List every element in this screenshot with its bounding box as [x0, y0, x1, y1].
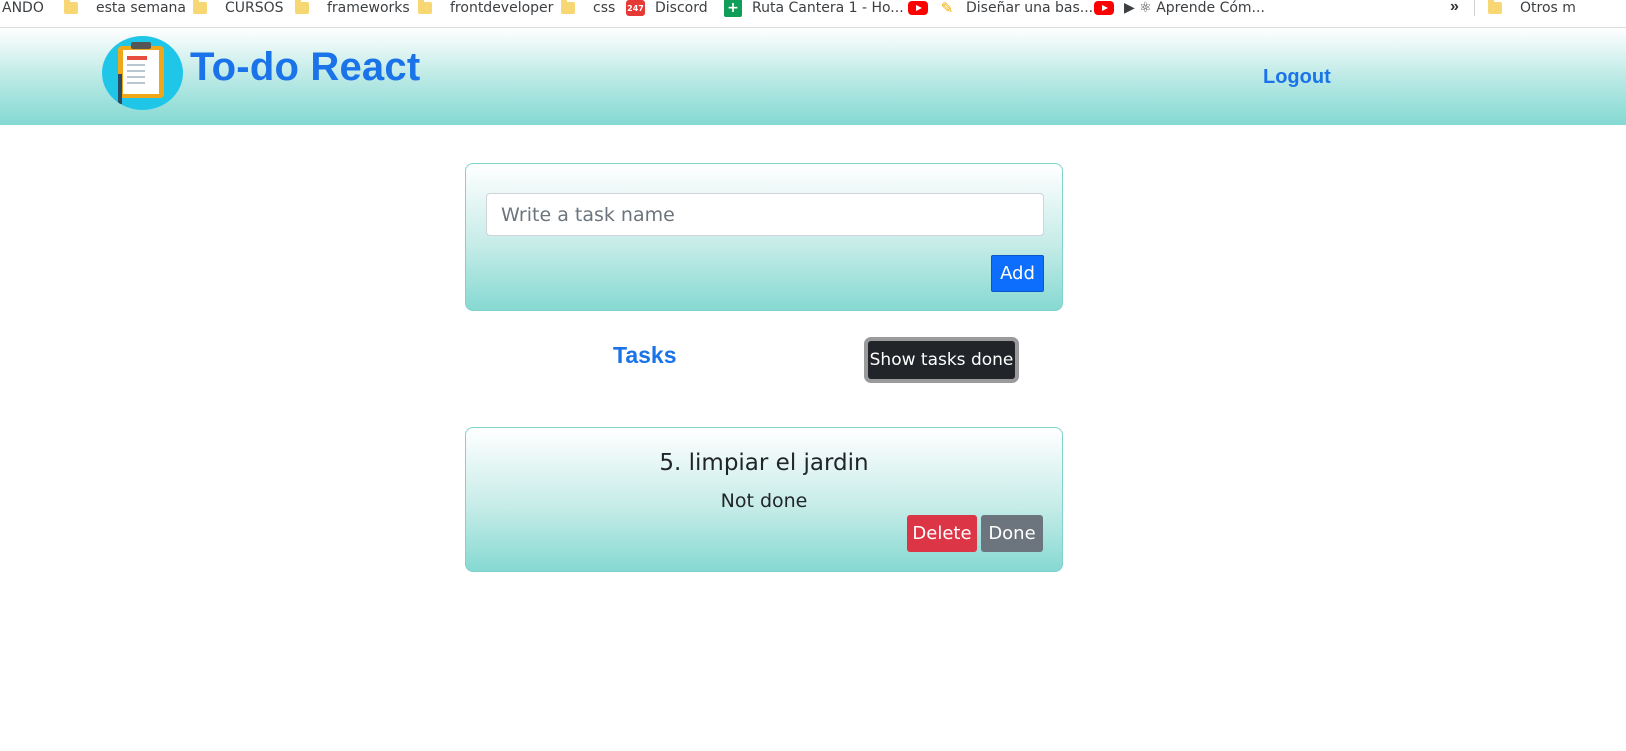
- youtube-icon: [1094, 1, 1114, 15]
- bookmark-item[interactable]: ✎ Diseñar una bas...: [908, 0, 1094, 17]
- bookmark-label: esta semana: [96, 0, 187, 16]
- delete-button[interactable]: Delete: [907, 515, 977, 552]
- task-name: 5. limpiar el jardin: [659, 450, 869, 476]
- bookmark-item[interactable]: 247 Discord: [626, 0, 708, 16]
- pencil-icon: ✎: [940, 0, 954, 17]
- clipboard-icon[interactable]: [102, 36, 183, 110]
- folder-icon: [193, 0, 207, 14]
- bookmark-label: Diseñar una bas...: [966, 0, 1094, 16]
- bookmark-item[interactable]: esta semana: [64, 0, 186, 16]
- logout-link[interactable]: Logout: [1263, 66, 1331, 89]
- tasks-heading: Tasks: [613, 342, 677, 368]
- folder-icon: [64, 0, 78, 14]
- bookmark-item[interactable]: css: [561, 0, 615, 16]
- bookmark-item[interactable]: Otros m: [1488, 0, 1576, 16]
- clipboard-text-line: [127, 64, 145, 66]
- task-status: Not done: [720, 490, 808, 512]
- bookmark-item[interactable]: ANDO: [2, 0, 44, 16]
- sheets-icon: +: [724, 0, 742, 17]
- bookmark-label: frontdeveloper: [450, 0, 554, 16]
- bookmark-label: ▶ ⚛ Aprende Cóm...: [1124, 0, 1265, 16]
- done-button[interactable]: Done: [981, 515, 1043, 552]
- bookmark-label: Ruta Cantera 1 - Ho...: [752, 0, 904, 16]
- bookmark-label: css: [593, 0, 616, 16]
- bookmark-item[interactable]: CURSOS: [193, 0, 284, 16]
- bookmarks-overflow-icon[interactable]: »: [1450, 0, 1459, 16]
- bookmark-item[interactable]: frontdeveloper: [418, 0, 553, 16]
- pencil-icon: [118, 74, 122, 104]
- clipboard-text-line: [127, 82, 145, 84]
- clipboard-heading-line: [127, 56, 147, 60]
- bookmark-label: ANDO: [2, 0, 44, 16]
- bookmark-label: Discord: [655, 0, 708, 16]
- bookmark-item[interactable]: frameworks: [295, 0, 410, 16]
- task-name-input[interactable]: [486, 193, 1044, 236]
- show-tasks-done-button[interactable]: Show tasks done: [864, 337, 1019, 383]
- bookmark-item[interactable]: + Ruta Cantera 1 - Ho...: [724, 0, 904, 17]
- folder-icon: [561, 0, 575, 14]
- clipboard-clasp: [131, 42, 151, 49]
- bookmark-label: frameworks: [327, 0, 410, 16]
- brand-title[interactable]: To-do React: [190, 45, 420, 90]
- folder-icon: [295, 0, 309, 14]
- folder-icon: [1488, 0, 1502, 14]
- bookmark-label: Otros m: [1520, 0, 1576, 16]
- clipboard-text-line: [127, 76, 145, 78]
- youtube-icon: [908, 1, 928, 15]
- bookmarks-bar: ANDO esta semana CURSOS frameworks front…: [0, 0, 1626, 28]
- navbar: To-do React Logout: [0, 28, 1626, 125]
- bookmark-item[interactable]: ▶ ⚛ Aprende Cóm...: [1094, 0, 1265, 16]
- bookmarks-divider: [1474, 0, 1475, 16]
- add-task-card: Add: [465, 163, 1063, 311]
- clipboard-text-line: [127, 70, 145, 72]
- calendar-247-icon: 247: [626, 0, 645, 16]
- clipboard-body: [118, 42, 164, 98]
- task-card: 5. limpiar el jardin Not done Delete Don…: [465, 427, 1063, 572]
- folder-icon: [418, 0, 432, 14]
- bookmark-label: CURSOS: [225, 0, 284, 16]
- add-button[interactable]: Add: [991, 255, 1044, 292]
